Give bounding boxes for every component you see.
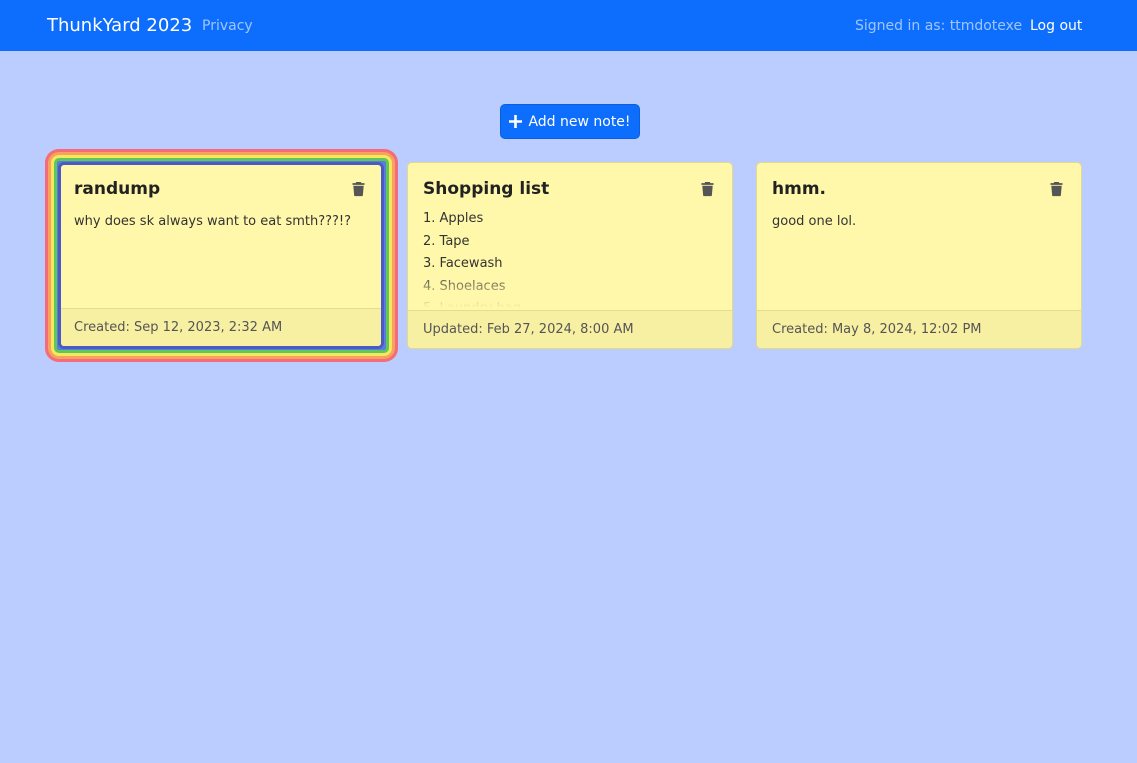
list-item: 1. Apples (423, 211, 484, 226)
trash-icon[interactable] (1050, 181, 1063, 197)
brand-link[interactable]: ThunkYard 2023 (47, 15, 192, 37)
add-note-button[interactable]: Add new note! (500, 104, 640, 139)
plus-icon (509, 115, 523, 128)
list-item: 3. Facewash (423, 256, 503, 271)
signed-in-text: Signed in as: ttmdotexe (855, 18, 1023, 34)
top-navbar: ThunkYard 2023 Privacy Signed in as: ttm… (0, 0, 1137, 51)
list-item: 2. Tape (423, 233, 470, 249)
note-timestamp: Created: May 8, 2024, 12:02 PM (757, 310, 1081, 348)
note-body: good one lol. (772, 214, 857, 229)
note-title: randump (74, 179, 161, 199)
privacy-link[interactable]: Privacy (202, 17, 253, 35)
note-card[interactable]: Shopping list 1. Apples 2. Tape 3. Facew… (407, 162, 733, 349)
logout-link[interactable]: Log out (1030, 17, 1082, 35)
list-item: 4. Shoelaces (423, 278, 506, 294)
trash-icon[interactable] (701, 181, 714, 197)
note-card[interactable]: hmm. good one lol. Created: May 8, 2024,… (756, 162, 1082, 349)
add-note-label: Add new note! (528, 113, 631, 130)
note-body: why does sk always want to eat smth???!? (74, 214, 352, 229)
list-item: 5. Laundry bag (423, 301, 522, 310)
note-timestamp: Created: Sep 12, 2023, 2:32 AM (61, 308, 381, 346)
note-title: Shopping list (423, 179, 550, 199)
note-card[interactable]: randump why does sk always want to eat s… (58, 162, 384, 349)
note-title: hmm. (772, 179, 826, 199)
note-list: 1. Apples 2. Tape 3. Facewash 4. Shoelac… (423, 208, 713, 310)
note-timestamp: Updated: Feb 27, 2024, 8:00 AM (408, 310, 732, 348)
trash-icon[interactable] (352, 181, 365, 197)
